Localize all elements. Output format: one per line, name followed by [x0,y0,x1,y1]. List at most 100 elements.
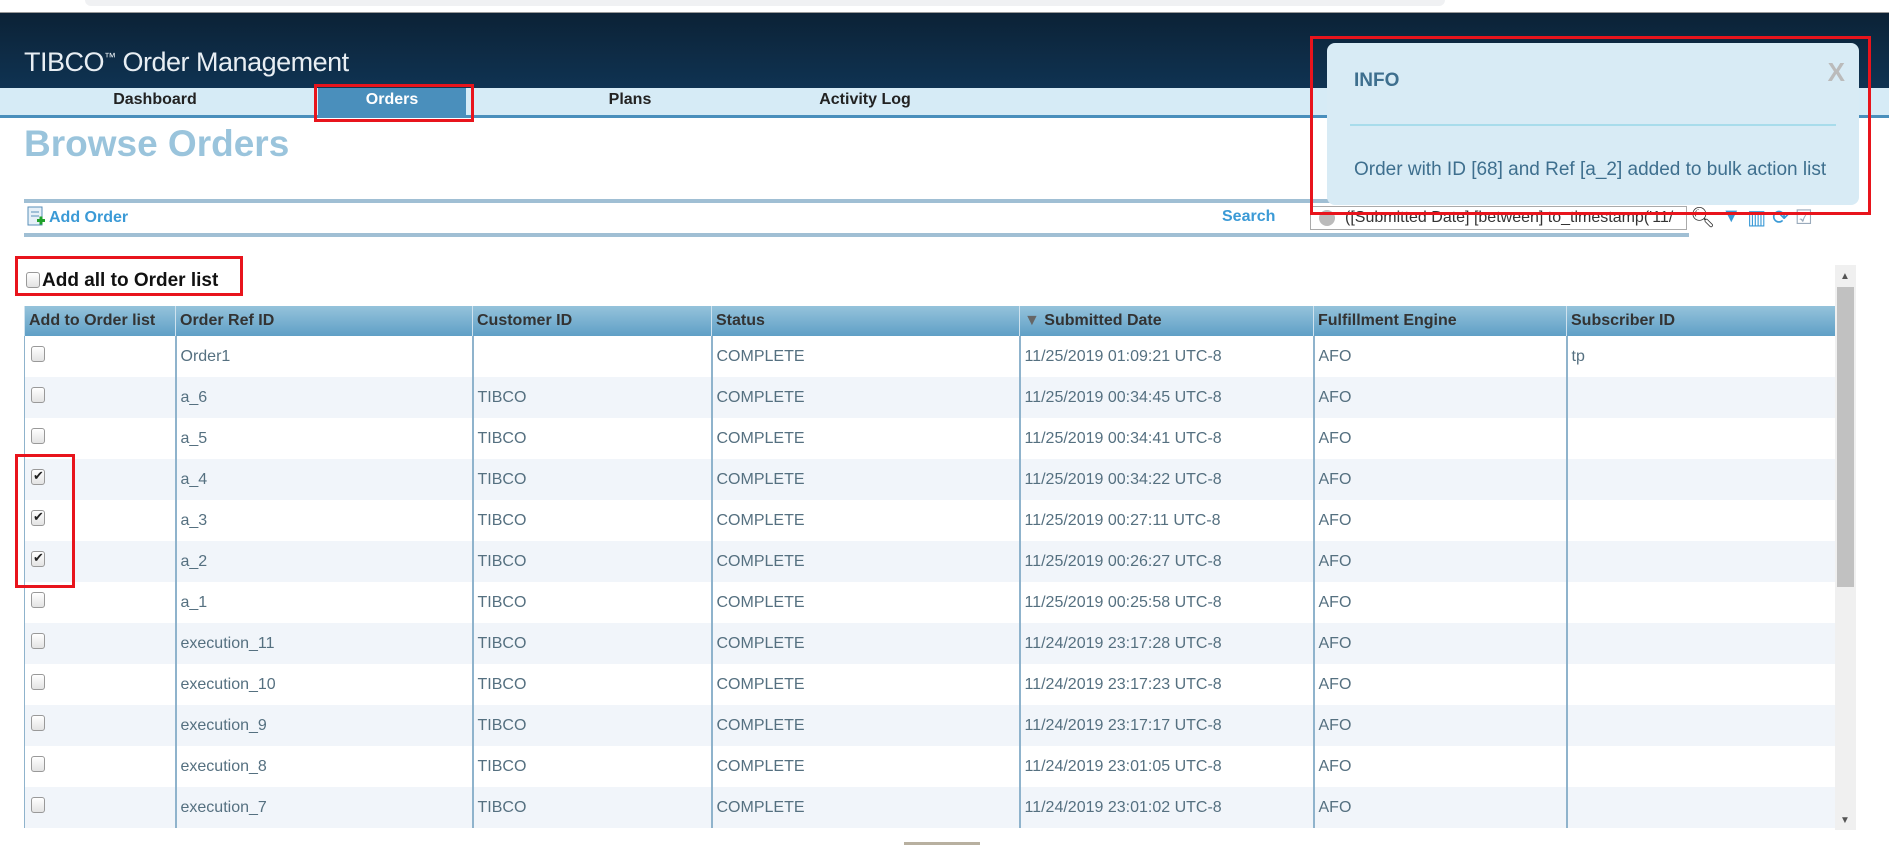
sort-desc-icon: ▼ [1024,312,1045,329]
subscriber-cell: tp [1565,336,1835,377]
date-cell: 11/24/2019 23:17:28 UTC-8 [1018,623,1314,664]
column-header-label: Subscriber ID [1571,312,1676,329]
column-header-fulfillment-engine[interactable]: Fulfillment Engine [1313,306,1567,336]
search-input[interactable]: ([Submitted Date] [between] to_timestamp… [1310,206,1687,230]
row-checkbox[interactable] [31,633,45,649]
status-cell: COMPLETE [710,541,1020,582]
row-checkbox[interactable] [31,550,45,567]
row-checkbox[interactable] [31,592,45,608]
status-cell: COMPLETE [710,787,1020,828]
engine-cell: AFO [1312,459,1567,500]
column-header-order-ref-id[interactable]: Order Ref ID [175,306,473,336]
table-row[interactable]: Order1 COMPLETE 11/25/2019 01:09:21 UTC-8 A… [24,336,1835,377]
ref-cell: a_2 [174,541,473,582]
row-checkbox[interactable] [31,674,45,690]
status-cell: COMPLETE [710,336,1020,377]
column-header-submitted-date[interactable]: ▼ Submitted Date [1019,306,1314,336]
tab-plans[interactable]: Plans [555,88,705,115]
scrollbar-thumb[interactable] [1837,287,1854,587]
add-all-checkbox[interactable] [26,272,40,288]
add-to-list-cell [24,336,176,377]
status-cell: COMPLETE [710,705,1020,746]
column-header-label: Status [716,312,765,329]
ref-cell: execution_9 [174,705,473,746]
row-checkbox[interactable] [31,346,45,362]
tab-dashboard[interactable]: Dashboard [80,88,230,115]
clear-search-icon[interactable] [1319,210,1335,226]
table-scrollbar[interactable]: ▲ ▼ [1835,265,1856,830]
ref-cell: execution_7 [174,787,473,828]
app-title: Order Management [122,47,350,77]
engine-cell: AFO [1312,705,1567,746]
scroll-up-icon[interactable]: ▲ [1840,271,1850,282]
columns-icon[interactable]: ▥ [1747,205,1766,230]
engine-cell: AFO [1312,500,1567,541]
subscriber-cell [1565,746,1835,787]
date-cell: 11/25/2019 00:34:22 UTC-8 [1018,459,1314,500]
row-checkbox[interactable] [31,756,45,772]
clear-selection-icon[interactable]: ☑ [1795,205,1813,230]
row-checkbox[interactable] [31,428,45,444]
customer-cell: TIBCO [471,623,712,664]
table-row[interactable]: a_5 TIBCO COMPLETE 11/25/2019 00:34:41 UTC-… [24,418,1835,459]
add-to-list-cell [24,787,176,828]
column-header-subscriber-id[interactable]: Subscriber ID [1566,306,1835,336]
table-row[interactable]: a_6 TIBCO COMPLETE 11/25/2019 00:34:45 UTC-… [24,377,1835,418]
table-row[interactable]: execution_8 TIBCO COMPLETE 11/24/2019 23:01… [24,746,1835,787]
table-row[interactable]: a_4TIBCOCOMPLETE11/25/2019 00:34:22 UTC-… [24,459,1835,500]
status-cell: COMPLETE [710,418,1020,459]
notification-title: INFO [1354,70,1399,92]
ref-cell: Order1 [174,336,473,377]
date-cell: 11/24/2019 23:01:05 UTC-8 [1018,746,1314,787]
engine-cell: AFO [1312,418,1567,459]
notification-divider [1350,124,1836,126]
filter-icon[interactable]: ▼ [1721,205,1741,230]
scroll-down-icon[interactable]: ▼ [1840,815,1850,826]
row-checkbox[interactable] [31,468,45,485]
notification-title-text: INFO [1354,70,1400,91]
customer-cell: TIBCO [471,582,712,623]
customer-cell [471,336,712,377]
tab-activity-log[interactable]: Activity Log [780,88,950,115]
table-row[interactable]: execution_9 TIBCO COMPLETE 11/24/2019 23:17… [24,705,1835,746]
add-to-list-cell [24,459,176,500]
date-cell: 11/25/2019 00:27:11 UTC-8 [1018,500,1314,541]
date-cell: 11/25/2019 00:34:45 UTC-8 [1018,377,1314,418]
table-row[interactable]: execution_11 TIBCO COMPLETE 11/24/2019 23:1… [24,623,1835,664]
row-checkbox[interactable] [31,509,45,526]
column-header-customer-id[interactable]: Customer ID [472,306,712,336]
add-all-to-order-list[interactable]: Add all to Order list [26,270,218,292]
column-header-status[interactable]: Status [711,306,1020,336]
search-icon[interactable]: 🔍︎ [1690,205,1715,230]
table-row[interactable]: execution_7 TIBCO COMPLETE 11/24/2019 23:01… [24,787,1835,828]
date-cell: 11/24/2019 23:17:23 UTC-8 [1018,664,1314,705]
refresh-icon[interactable]: ⟳ [1772,205,1789,230]
date-cell: 11/25/2019 00:26:27 UTC-8 [1018,541,1314,582]
row-checkbox[interactable] [31,387,45,403]
date-cell: 11/25/2019 00:34:41 UTC-8 [1018,418,1314,459]
row-checkbox[interactable] [31,715,45,731]
tab-orders[interactable]: Orders [318,88,466,115]
add-to-list-cell [24,582,176,623]
engine-cell: AFO [1312,787,1567,828]
table-row[interactable]: execution_10 TIBCO COMPLETE 11/24/2019 23:1… [24,664,1835,705]
customer-cell: TIBCO [471,787,712,828]
table-row[interactable]: a_1 TIBCO COMPLETE 11/25/2019 00:25:58 UTC-… [24,582,1835,623]
table-row[interactable]: a_3TIBCOCOMPLETE11/25/2019 00:27:11 UTC-… [24,500,1835,541]
status-cell: COMPLETE [710,459,1020,500]
row-checkbox[interactable] [31,797,45,813]
add-to-list-cell [24,377,176,418]
add-order-button[interactable]: Add Order [26,206,128,230]
table-row[interactable]: a_2TIBCOCOMPLETE11/25/2019 00:26:27 UTC-… [24,541,1835,582]
status-cell: COMPLETE [710,377,1020,418]
subscriber-cell [1565,582,1835,623]
customer-cell: TIBCO [471,418,712,459]
ref-cell: a_1 [174,582,473,623]
column-header-add-to-list[interactable]: Add to Order list [24,306,176,336]
column-header-label: Order Ref ID [180,312,275,329]
subscriber-cell [1565,459,1835,500]
tm: ™ [104,50,116,64]
date-cell: 11/24/2019 23:17:17 UTC-8 [1018,705,1314,746]
close-notification-button[interactable]: X [1828,57,1845,88]
engine-cell: AFO [1312,746,1567,787]
